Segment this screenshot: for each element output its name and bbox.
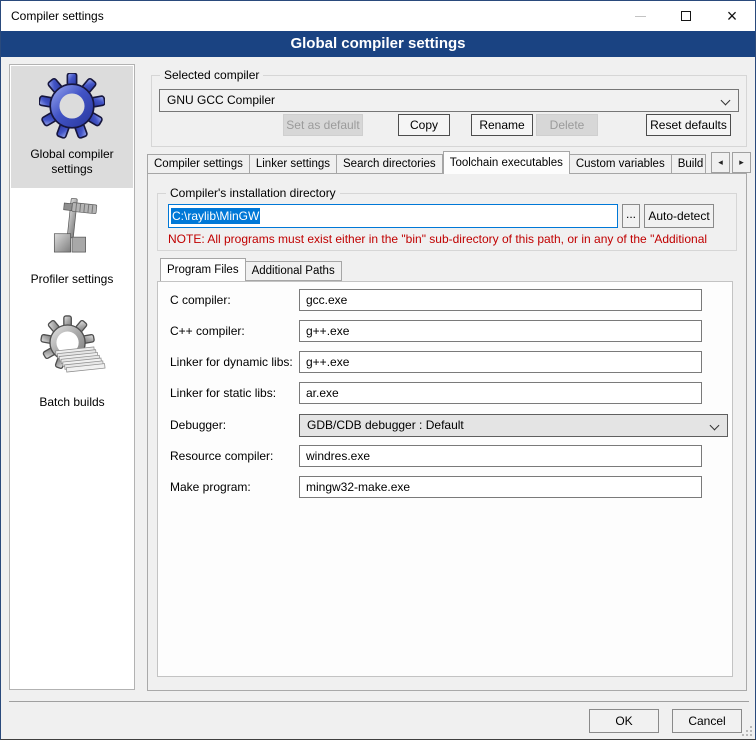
- arrow-left-icon: ◂: [718, 157, 723, 167]
- compiler-select[interactable]: GNU GCC Compiler: [159, 89, 739, 112]
- arrow-right-icon: ▸: [739, 157, 744, 167]
- chevron-down-icon: [721, 96, 731, 106]
- subtab-strip: Program Files Additional Paths: [160, 258, 342, 281]
- titlebar[interactable]: Compiler settings ×: [1, 1, 755, 31]
- debugger-label: Debugger:: [170, 414, 298, 436]
- tab-custom-variables[interactable]: Custom variables: [570, 154, 672, 174]
- page-title: Global compiler settings: [1, 31, 755, 57]
- auto-detect-button[interactable]: Auto-detect: [644, 204, 714, 228]
- ok-button[interactable]: OK: [589, 709, 659, 733]
- install-dir-value: C:\raylib\MinGW: [171, 208, 260, 224]
- debugger-select[interactable]: GDB/CDB debugger : Default: [299, 414, 728, 437]
- tab-strip: Compiler settings Linker settings Search…: [147, 151, 706, 174]
- static-linker-field[interactable]: ar.exe: [299, 382, 702, 404]
- tab-toolchain-executables[interactable]: Toolchain executables: [443, 151, 570, 174]
- dynamic-linker-label: Linker for dynamic libs:: [170, 351, 298, 373]
- cancel-button[interactable]: Cancel: [672, 709, 742, 733]
- tab-scroll-right-button[interactable]: ▸: [732, 152, 751, 173]
- tab-compiler-settings[interactable]: Compiler settings: [147, 154, 250, 174]
- subtab-program-files[interactable]: Program Files: [160, 258, 246, 281]
- install-dir-note: NOTE: All programs must exist either in …: [168, 232, 734, 246]
- tab-scroll-left-button[interactable]: ◂: [711, 152, 730, 173]
- sidebar-item-profiler[interactable]: Profiler settings: [10, 272, 134, 287]
- make-program-label: Make program:: [170, 476, 298, 498]
- cpp-compiler-field[interactable]: g++.exe: [299, 320, 702, 342]
- browse-install-dir-button[interactable]: ...: [622, 204, 640, 228]
- tab-build-options[interactable]: Build options: [672, 154, 706, 174]
- install-dir-legend: Compiler's installation directory: [166, 186, 340, 200]
- minimize-icon: [635, 16, 646, 17]
- c-compiler-field[interactable]: gcc.exe: [299, 289, 702, 311]
- resource-compiler-field[interactable]: windres.exe: [299, 445, 702, 467]
- tab-search-directories[interactable]: Search directories: [337, 154, 443, 174]
- make-program-field[interactable]: mingw32-make.exe: [299, 476, 702, 498]
- blue-gear-icon[interactable]: [39, 73, 105, 142]
- compiler-select-value: GNU GCC Compiler: [167, 93, 275, 107]
- close-icon: ×: [727, 1, 738, 31]
- resize-grip[interactable]: [742, 726, 752, 736]
- maximize-icon: [681, 11, 691, 21]
- tab-linker-settings[interactable]: Linker settings: [250, 154, 337, 174]
- maximize-button[interactable]: [663, 1, 709, 31]
- minimize-button[interactable]: [617, 1, 663, 31]
- debugger-select-value: GDB/CDB debugger : Default: [307, 418, 464, 432]
- footer-divider: [9, 701, 749, 702]
- dynamic-linker-field[interactable]: g++.exe: [299, 351, 702, 373]
- rename-button[interactable]: Rename: [471, 114, 533, 136]
- install-dir-input[interactable]: C:\raylib\MinGW: [168, 204, 618, 228]
- sidebar-item-label: Global compiler settings: [10, 147, 134, 177]
- compiler-settings-dialog: Compiler settings × Global compiler sett…: [0, 0, 756, 740]
- sidebar: Global compiler settings Profiler settin: [9, 64, 135, 690]
- caliper-icon[interactable]: [38, 197, 106, 268]
- gray-gear-papers-icon[interactable]: [35, 313, 109, 390]
- set-as-default-button[interactable]: Set as default: [283, 114, 363, 136]
- selected-compiler-legend: Selected compiler: [160, 68, 263, 82]
- window-title: Compiler settings: [11, 1, 104, 31]
- c-compiler-label: C compiler:: [170, 289, 298, 311]
- cpp-compiler-label: C++ compiler:: [170, 320, 298, 342]
- close-button[interactable]: ×: [709, 1, 755, 31]
- static-linker-label: Linker for static libs:: [170, 382, 298, 404]
- chevron-down-icon: [710, 421, 720, 431]
- copy-button[interactable]: Copy: [398, 114, 450, 136]
- sidebar-item-batch-builds[interactable]: Batch builds: [10, 395, 134, 410]
- reset-defaults-button[interactable]: Reset defaults: [646, 114, 731, 136]
- resource-compiler-label: Resource compiler:: [170, 445, 298, 467]
- delete-button[interactable]: Delete: [536, 114, 598, 136]
- subtab-additional-paths[interactable]: Additional Paths: [246, 261, 342, 281]
